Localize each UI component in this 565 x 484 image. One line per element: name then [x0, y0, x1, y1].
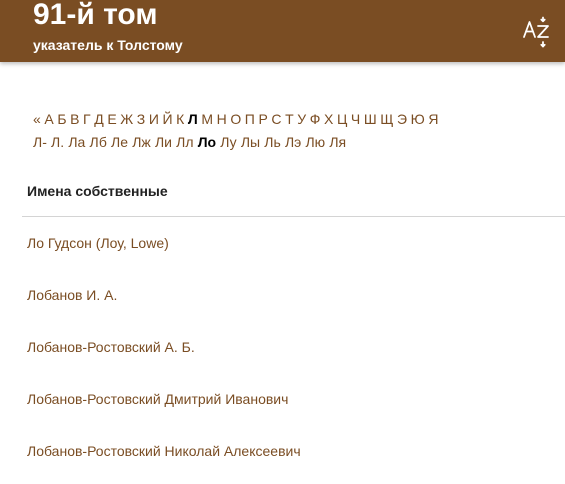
az-sort-icon — [523, 16, 549, 48]
subindex-link[interactable]: Ля — [329, 134, 346, 150]
subindex-link[interactable]: Л- — [33, 134, 47, 150]
subindex-link[interactable]: Лл — [176, 134, 193, 150]
alphabet-link[interactable]: Р — [258, 111, 267, 127]
subindex-link[interactable]: Ла — [68, 134, 85, 150]
alphabet-link[interactable]: Щ — [380, 111, 393, 127]
subindex-link-active[interactable]: Ло — [198, 134, 216, 150]
alphabet-link[interactable]: О — [230, 111, 241, 127]
alphabet-link[interactable]: Ч — [351, 111, 360, 127]
alphabet-link[interactable]: М — [201, 111, 213, 127]
alphabet-link[interactable]: П — [245, 111, 255, 127]
az-sort-button[interactable] — [521, 16, 553, 48]
section-heading: Имена собственные — [27, 183, 168, 199]
subindex-link[interactable]: Лу — [220, 134, 236, 150]
alphabet-link[interactable]: Я — [428, 111, 438, 127]
subindex-link[interactable]: Ле — [111, 134, 128, 150]
alphabet-link[interactable]: А — [44, 111, 53, 127]
index-entry-link[interactable]: Лобанов-Ростовский А. Б. — [27, 339, 195, 355]
index-entry-link[interactable]: Ло Гудсон (Лоу, Lowe) — [27, 235, 169, 251]
subindex-link[interactable]: Лы — [241, 134, 260, 150]
alphabet-link[interactable]: Г — [83, 111, 91, 127]
alphabet-link[interactable]: Э — [397, 111, 407, 127]
alphabet-link[interactable]: Б — [57, 111, 66, 127]
alphabet-link[interactable]: У — [297, 111, 306, 127]
section-divider — [22, 216, 565, 217]
subindex-link[interactable]: Лж — [132, 134, 151, 150]
alphabet-link[interactable]: Х — [324, 111, 333, 127]
alphabet-link[interactable]: К — [176, 111, 184, 127]
alphabet-link[interactable]: Т — [285, 111, 294, 127]
alphabet-link-back[interactable]: « — [33, 111, 41, 127]
subindex-link[interactable]: Ль — [264, 134, 280, 150]
page-title: 91-й том — [33, 0, 158, 31]
subindex-link[interactable]: Лб — [89, 134, 106, 150]
alphabet-link[interactable]: Ш — [364, 111, 377, 127]
alphabet-link[interactable]: Е — [107, 111, 116, 127]
app-header: 91-й том указатель к Толстому — [0, 0, 565, 62]
subindex-link[interactable]: Лэ — [285, 134, 301, 150]
index-entry-link[interactable]: Лобанов-Ростовский Николай Алексеевич — [27, 443, 301, 459]
alphabet-link[interactable]: Д — [94, 111, 103, 127]
alphabet-link[interactable]: Ц — [337, 111, 347, 127]
subindex-nav: Л- Л. Ла Лб Ле Лж Ли Лл Ло Лу Лы Ль Лэ Лю Ля — [33, 134, 350, 150]
alphabet-link[interactable]: С — [271, 111, 281, 127]
alphabet-link[interactable]: Й — [163, 111, 173, 127]
subindex-link[interactable]: Лю — [305, 134, 325, 150]
alphabet-link[interactable]: Ю — [411, 111, 425, 127]
alphabet-link[interactable]: И — [149, 111, 159, 127]
alphabet-link-active[interactable]: Л — [188, 111, 198, 127]
page-subtitle: указатель к Толстому — [33, 37, 183, 53]
alphabet-link[interactable]: Ж — [120, 111, 133, 127]
subindex-link[interactable]: Л. — [51, 134, 64, 150]
alphabet-link[interactable]: Ф — [310, 111, 321, 127]
alphabet-link[interactable]: З — [137, 111, 145, 127]
alphabet-link[interactable]: Н — [217, 111, 227, 127]
alphabet-link[interactable]: В — [70, 111, 79, 127]
index-entry-link[interactable]: Лобанов-Ростовский Дмитрий Иванович — [27, 391, 288, 407]
alphabet-nav: «А Б В Г Д Е Ж З И Й К Л М Н О П Р С Т У Ф Х Ц Ч Ш Щ Э Ю Я — [33, 111, 442, 127]
subindex-link[interactable]: Ли — [155, 134, 172, 150]
index-entry-link[interactable]: Лобанов И. А. — [27, 287, 117, 303]
